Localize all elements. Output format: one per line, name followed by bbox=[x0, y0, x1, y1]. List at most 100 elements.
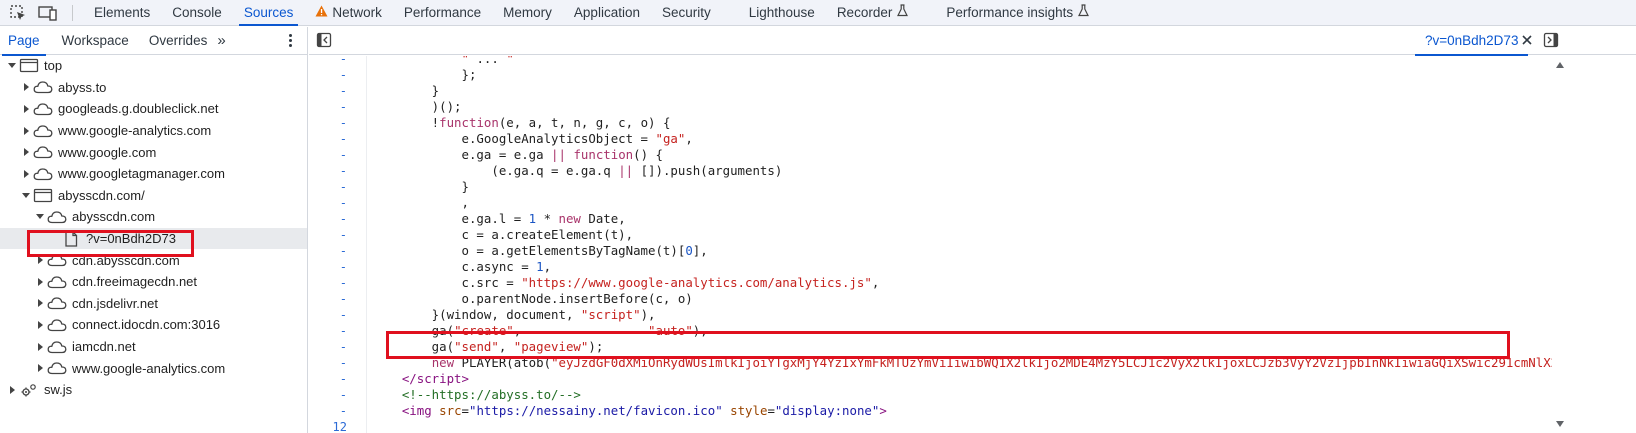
tab-network-label: Network bbox=[332, 4, 382, 20]
expand-arrow-right-icon[interactable] bbox=[34, 341, 46, 353]
line-number[interactable]: - bbox=[309, 243, 347, 259]
line-number[interactable]: - bbox=[309, 307, 347, 323]
tab-console[interactable]: Console bbox=[161, 0, 233, 26]
tab-elements[interactable]: Elements bbox=[83, 0, 161, 26]
expand-arrow-down-icon[interactable] bbox=[34, 211, 46, 223]
line-number[interactable]: - bbox=[309, 323, 347, 339]
expand-arrow-right-icon[interactable] bbox=[34, 362, 46, 374]
editor-file-tab[interactable]: ?v=0nBdh2D73 bbox=[1415, 27, 1529, 56]
expand-arrow-down-icon[interactable] bbox=[20, 189, 32, 201]
tab-performance[interactable]: Performance bbox=[393, 0, 492, 26]
source-editor: ?v=0nBdh2D73 - " ... " - }; - } - )(); - !fu… bbox=[309, 27, 1636, 433]
cloud-icon bbox=[32, 101, 54, 117]
inspect-element-icon[interactable] bbox=[6, 1, 30, 25]
tree-item[interactable]: cdn.abysscdn.com bbox=[0, 249, 307, 271]
tab-page[interactable]: Page bbox=[0, 27, 48, 56]
line-number[interactable]: - bbox=[309, 131, 347, 147]
tree-item[interactable]: www.google-analytics.com bbox=[0, 120, 307, 142]
line-number[interactable]: - bbox=[309, 147, 347, 163]
device-toolbar-icon[interactable] bbox=[36, 1, 60, 25]
line-number[interactable]: - bbox=[309, 83, 347, 99]
tab-application[interactable]: Application bbox=[563, 0, 651, 26]
line-number[interactable]: - bbox=[309, 227, 347, 243]
line-number[interactable]: 12 bbox=[309, 419, 347, 433]
tree-item-label: abysscdn.com bbox=[72, 209, 156, 225]
toggle-debugger-sidebar-icon[interactable] bbox=[1543, 32, 1559, 48]
tree-item[interactable]: www.google-analytics.com bbox=[0, 357, 307, 379]
line-number[interactable]: - bbox=[309, 275, 347, 291]
line-number[interactable]: - bbox=[309, 355, 347, 371]
line-number[interactable]: - bbox=[309, 67, 347, 83]
tab-sources[interactable]: Sources bbox=[233, 0, 305, 26]
tree-item[interactable]: ?v=0nBdh2D73 bbox=[0, 227, 307, 250]
tree-item[interactable]: abyss.to bbox=[0, 77, 307, 99]
close-tab-icon[interactable] bbox=[1519, 32, 1535, 48]
line-number[interactable]: - bbox=[309, 387, 347, 403]
expand-arrow-right-icon[interactable] bbox=[34, 254, 46, 266]
tree-item-label: top bbox=[44, 58, 63, 74]
tab-lighthouse[interactable]: Lighthouse bbox=[738, 0, 826, 26]
tree-item[interactable]: abysscdn.com/ bbox=[0, 185, 307, 207]
tree-item[interactable]: googleads.g.doubleclick.net bbox=[0, 98, 307, 120]
line-number[interactable]: - bbox=[309, 371, 347, 387]
tree-item[interactable]: abysscdn.com bbox=[0, 206, 307, 228]
code-text: (e.ga.q = e.ga.q || []).push(arguments) bbox=[372, 163, 783, 178]
code-text: e.ga = e.ga || function() { bbox=[372, 147, 663, 162]
code-area[interactable]: - " ... " - }; - } - )(); - !function(e, a, … bbox=[309, 56, 1552, 433]
line-number[interactable]: - bbox=[309, 259, 347, 275]
line-number[interactable]: - bbox=[309, 195, 347, 211]
toggle-navigator-icon[interactable] bbox=[316, 32, 332, 48]
expand-arrow-right-icon[interactable] bbox=[20, 168, 32, 180]
line-number[interactable]: - bbox=[309, 163, 347, 179]
tree-item[interactable]: iamcdn.net bbox=[0, 336, 307, 358]
line-number[interactable]: - bbox=[309, 211, 347, 227]
code-text: e.ga.l = 1 * new Date, bbox=[372, 211, 626, 226]
expand-arrow-down-icon[interactable] bbox=[6, 60, 18, 72]
more-options-icon[interactable] bbox=[287, 33, 293, 49]
cloud-icon bbox=[46, 360, 68, 376]
expand-arrow-right-icon[interactable] bbox=[6, 384, 18, 396]
expand-arrow-right-icon[interactable] bbox=[20, 81, 32, 93]
tab-performance-insights[interactable]: Performance insights bbox=[935, 0, 1100, 26]
tab-workspace[interactable]: Workspace bbox=[54, 27, 137, 55]
code-text: c.async = 1, bbox=[372, 259, 552, 274]
tree-item[interactable]: cdn.freeimagecdn.net bbox=[0, 271, 307, 293]
cloud-icon bbox=[46, 317, 68, 333]
tree-item-label: googleads.g.doubleclick.net bbox=[58, 101, 219, 117]
cloud-icon bbox=[46, 339, 68, 355]
tab-lighthouse-label: Lighthouse bbox=[748, 4, 815, 20]
line-number[interactable]: - bbox=[309, 115, 347, 131]
code-text: !function(e, a, t, n, g, c, o) { bbox=[372, 115, 671, 130]
expand-arrow-right-icon[interactable] bbox=[34, 297, 46, 309]
expand-arrow-right-icon[interactable] bbox=[34, 276, 46, 288]
tree-item[interactable]: cdn.jsdelivr.net bbox=[0, 293, 307, 315]
line-number[interactable]: - bbox=[309, 339, 347, 355]
line-number[interactable]: - bbox=[309, 179, 347, 195]
more-tabs-chevron-icon[interactable]: » bbox=[217, 32, 226, 49]
expand-arrow-right-icon[interactable] bbox=[34, 319, 46, 331]
tree-item-label: www.google-analytics.com bbox=[72, 360, 226, 376]
expand-arrow-right-icon[interactable] bbox=[20, 146, 32, 158]
tree-item[interactable]: www.googletagmanager.com bbox=[0, 163, 307, 185]
line-number[interactable]: - bbox=[309, 403, 347, 419]
tree-item[interactable]: sw.js bbox=[0, 379, 307, 401]
code-text: <img src="https://nessainy.net/favicon.i… bbox=[401, 403, 887, 418]
tab-memory[interactable]: Memory bbox=[492, 0, 563, 26]
expand-arrow-right-icon[interactable] bbox=[20, 125, 32, 137]
scroll-down-arrow-icon[interactable] bbox=[1556, 421, 1564, 427]
tab-network[interactable]: Network bbox=[304, 0, 393, 26]
tab-security[interactable]: Security bbox=[651, 0, 722, 26]
line-number[interactable]: - bbox=[309, 99, 347, 115]
tree-item[interactable]: www.google.com bbox=[0, 141, 307, 163]
cloud-icon bbox=[32, 79, 54, 95]
expand-arrow-right-icon[interactable] bbox=[48, 233, 60, 245]
tree-item[interactable]: top bbox=[0, 55, 307, 77]
line-number[interactable]: - bbox=[309, 291, 347, 307]
scroll-up-arrow-icon[interactable] bbox=[1556, 62, 1564, 68]
editor-scrollbar[interactable] bbox=[1552, 56, 1568, 433]
tab-overrides[interactable]: Overrides bbox=[141, 27, 216, 55]
expand-arrow-right-icon[interactable] bbox=[20, 103, 32, 115]
tree-item[interactable]: connect.idocdn.com:3016 bbox=[0, 314, 307, 336]
line-number[interactable]: - bbox=[309, 56, 347, 67]
tab-recorder[interactable]: Recorder bbox=[826, 0, 920, 26]
